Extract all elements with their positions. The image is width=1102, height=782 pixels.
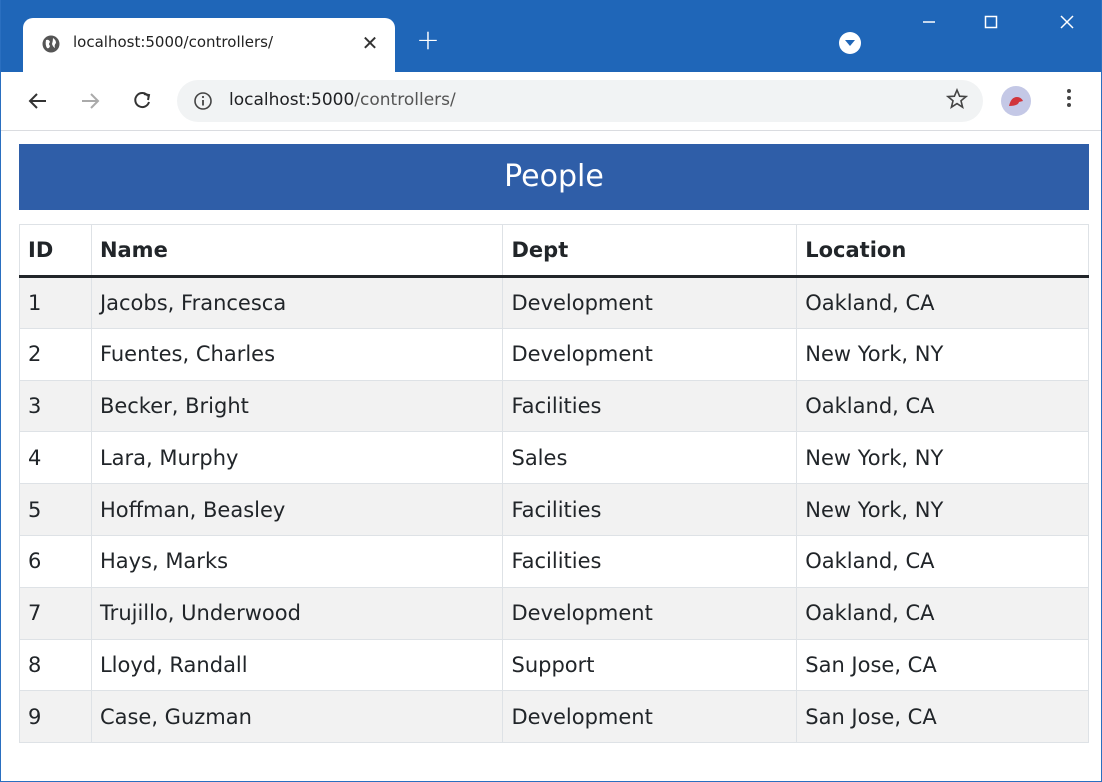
cell-dept: Facilities — [502, 534, 798, 588]
cell-dept: Development — [502, 327, 798, 381]
table-header-row: ID Name Dept Location — [19, 224, 1089, 278]
column-header-name: Name — [90, 224, 504, 278]
browser-toolbar: localhost:5000/controllers/ — [1, 72, 1101, 130]
close-icon[interactable]: ✕ — [357, 30, 383, 56]
cell-name: Hoffman, Beasley — [90, 483, 504, 536]
cell-id: 6 — [19, 534, 92, 588]
cell-id: 1 — [19, 276, 92, 329]
cell-id: 8 — [19, 638, 92, 692]
address-bar[interactable]: localhost:5000/controllers/ — [177, 80, 983, 122]
cell-name: Jacobs, Francesca — [90, 276, 504, 329]
toolbar-divider — [1, 130, 1101, 131]
minimize-icon[interactable] — [909, 14, 949, 36]
cell-location: Oakland, CA — [796, 379, 1089, 433]
title-bar: localhost:5000/controllers/ ✕ + — [1, 0, 1101, 72]
cell-name: Trujillo, Underwood — [90, 586, 504, 640]
column-header-id: ID — [19, 224, 92, 278]
page-title: People — [19, 144, 1089, 210]
browser-window: localhost:5000/controllers/ ✕ + localhos… — [0, 0, 1102, 782]
globe-icon — [41, 34, 61, 54]
table-row: 3 Becker, Bright Facilities Oakland, CA — [19, 379, 1089, 433]
table-row: 7 Trujillo, Underwood Development Oakland, … — [19, 586, 1089, 640]
cell-location: New York, NY — [796, 327, 1089, 381]
plus-icon[interactable]: + — [415, 26, 441, 54]
maximize-icon[interactable] — [971, 14, 1011, 36]
cell-id: 7 — [19, 586, 92, 640]
cell-dept: Development — [502, 276, 798, 329]
cell-dept: Facilities — [502, 483, 798, 536]
url-path: /controllers/ — [354, 90, 456, 110]
browser-tab[interactable]: localhost:5000/controllers/ ✕ — [23, 18, 395, 72]
back-icon[interactable] — [21, 84, 55, 118]
table-row: 9 Case, Guzman Development San Jose, CA — [19, 690, 1089, 744]
cell-location: Oakland, CA — [796, 586, 1089, 640]
profile-menu-icon[interactable] — [839, 32, 861, 54]
cell-id: 5 — [19, 483, 92, 536]
cell-dept: Sales — [502, 431, 798, 485]
cell-dept: Development — [502, 690, 798, 744]
tab-title: localhost:5000/controllers/ — [73, 33, 274, 51]
cell-location: San Jose, CA — [796, 638, 1089, 692]
table-row: 5 Hoffman, Beasley Facilities New York, NY — [19, 483, 1089, 536]
cell-location: New York, NY — [796, 431, 1089, 485]
table-body: 1 Jacobs, Francesca Development Oakland, CA… — [19, 276, 1089, 744]
column-header-location: Location — [796, 224, 1089, 278]
page-content: People ID Name Dept Location 1 Jacobs, Fr… — [19, 144, 1089, 744]
table-row: 6 Hays, Marks Facilities Oakland, CA — [19, 534, 1089, 588]
url-host: localhost:5000 — [229, 90, 355, 110]
cell-location: Oakland, CA — [796, 534, 1089, 588]
cell-name: Lloyd, Randall — [90, 638, 504, 692]
forward-icon[interactable] — [73, 84, 107, 118]
table-row: 8 Lloyd, Randall Support San Jose, CA — [19, 638, 1089, 692]
reload-icon[interactable] — [125, 84, 159, 118]
table-row: 2 Fuentes, Charles Development New York, NY — [19, 327, 1089, 381]
url-text[interactable]: localhost:5000/controllers/ — [229, 90, 456, 110]
cell-location: New York, NY — [796, 483, 1089, 536]
people-table: ID Name Dept Location 1 Jacobs, Francesca… — [19, 224, 1089, 744]
cell-name: Hays, Marks — [90, 534, 504, 588]
cell-location: San Jose, CA — [796, 690, 1089, 744]
cell-dept: Support — [502, 638, 798, 692]
cell-location: Oakland, CA — [796, 276, 1089, 329]
close-window-icon[interactable] — [1047, 14, 1087, 36]
star-icon[interactable] — [945, 87, 969, 112]
avatar-icon[interactable] — [1001, 86, 1031, 116]
more-icon[interactable] — [1059, 88, 1079, 114]
cell-name: Lara, Murphy — [90, 431, 504, 485]
cell-dept: Development — [502, 586, 798, 640]
info-icon[interactable] — [193, 91, 213, 111]
cell-name: Fuentes, Charles — [90, 327, 504, 381]
table-row: 1 Jacobs, Francesca Development Oakland, CA — [19, 276, 1089, 329]
cell-id: 3 — [19, 379, 92, 433]
cell-id: 2 — [19, 327, 92, 381]
cell-name: Case, Guzman — [90, 690, 504, 744]
cell-name: Becker, Bright — [90, 379, 504, 433]
cell-id: 4 — [19, 431, 92, 485]
cell-dept: Facilities — [502, 379, 798, 433]
table-row: 4 Lara, Murphy Sales New York, NY — [19, 431, 1089, 485]
cell-id: 9 — [19, 690, 92, 744]
column-header-dept: Dept — [502, 224, 798, 278]
